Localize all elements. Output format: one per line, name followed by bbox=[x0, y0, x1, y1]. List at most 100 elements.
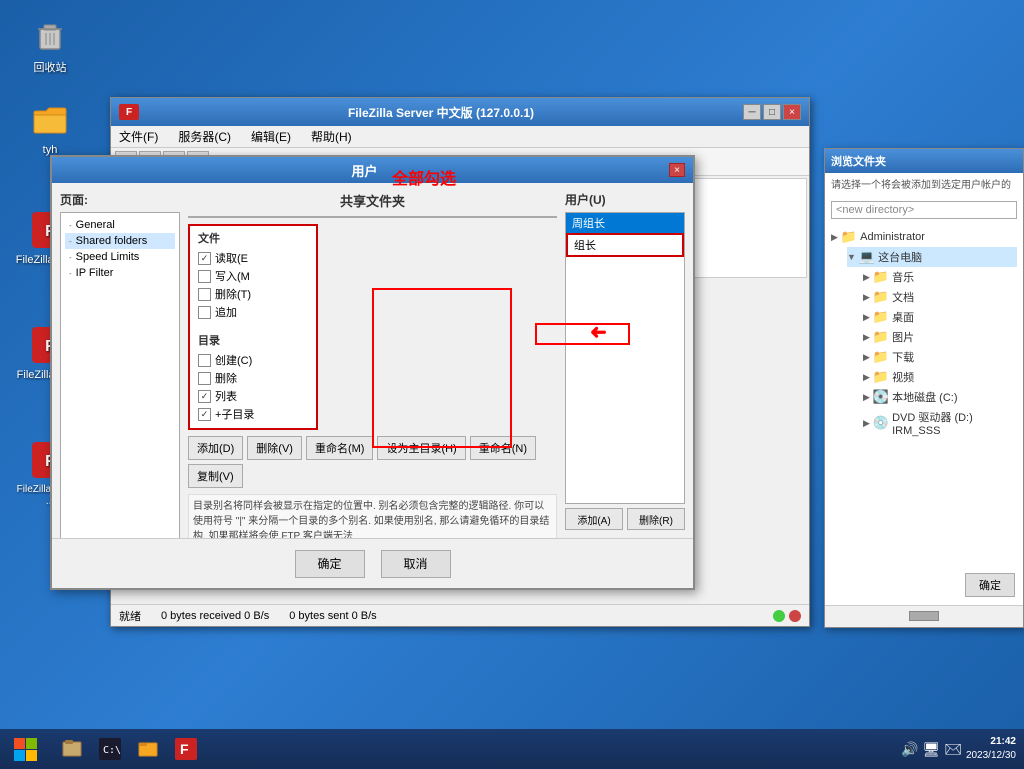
nav-speed-limits[interactable]: - Speed Limits bbox=[65, 249, 175, 265]
shared-folders-label: 共享文件夹 bbox=[188, 191, 557, 210]
directories-table: Directories Aliases <new directory> bbox=[188, 216, 557, 218]
app-logo: F bbox=[119, 104, 139, 120]
taskbar-explorer[interactable] bbox=[130, 733, 166, 765]
add-dir-button[interactable]: 添加(D) bbox=[188, 436, 243, 460]
system-clock: 21:42 2023/12/30 bbox=[966, 735, 1016, 763]
menu-file[interactable]: 文件(F) bbox=[115, 126, 162, 147]
minimize-button[interactable]: ─ bbox=[743, 104, 761, 120]
tree-sub: ▶ 📁 音乐 ▶ 📁 文档 ▶ 📁 桌面 ▶ bbox=[847, 267, 1017, 439]
nav-shared-folders[interactable]: - Shared folders bbox=[65, 233, 175, 249]
checkbox-write[interactable] bbox=[198, 270, 211, 283]
perm-delete: 删除(T) bbox=[198, 286, 308, 302]
close-button[interactable]: × bbox=[783, 104, 801, 120]
rename2-button[interactable]: 重命名(N) bbox=[470, 436, 536, 460]
browser-titlebar: 浏览文件夹 bbox=[825, 149, 1023, 173]
tyh-folder-icon[interactable]: tyh bbox=[15, 100, 85, 156]
checkbox-dir-create[interactable] bbox=[198, 354, 211, 367]
checkbox-dir-subdir[interactable] bbox=[198, 408, 211, 421]
start-button[interactable] bbox=[0, 729, 50, 769]
svg-text:C:\: C:\ bbox=[103, 745, 121, 756]
cancel-button[interactable]: 取消 bbox=[381, 550, 451, 578]
copy-button[interactable]: 复制(V) bbox=[188, 464, 243, 488]
status-text: 就绪 bbox=[119, 608, 141, 624]
tree-downloads[interactable]: ▶ 📁 下载 bbox=[863, 347, 1017, 367]
nav-ip-filter[interactable]: - IP Filter bbox=[65, 265, 175, 281]
checkbox-append[interactable] bbox=[198, 306, 211, 319]
desktop: 回收站 tyh F FileZilla_3.4... F FileZilla_S… bbox=[0, 0, 1024, 769]
checkbox-delete[interactable] bbox=[198, 288, 211, 301]
users-dialog-close[interactable]: × bbox=[669, 163, 685, 177]
new-directory-field: <new directory> bbox=[831, 201, 1017, 219]
browser-title: 浏览文件夹 bbox=[831, 153, 886, 169]
tyh-folder-image bbox=[30, 100, 70, 140]
tree-pictures[interactable]: ▶ 📁 图片 bbox=[863, 327, 1017, 347]
statusbar: 就绪 0 bytes received 0 B/s 0 bytes sent 0… bbox=[111, 604, 809, 626]
tree-videos[interactable]: ▶ 📁 视频 bbox=[863, 367, 1017, 387]
tree-this-computer[interactable]: ▼ 💻 这台电脑 bbox=[847, 247, 1017, 267]
browser-scrollbar[interactable] bbox=[909, 611, 939, 621]
checkbox-dir-delete[interactable] bbox=[198, 372, 211, 385]
users-dialog-titlebar: 用户 × bbox=[52, 157, 693, 183]
nav-label: 页面: bbox=[60, 191, 180, 208]
users-panel-label: 用户(U) bbox=[565, 191, 685, 208]
dir-perms-title: 目录 bbox=[198, 332, 308, 348]
recycle-bin-icon[interactable]: 回收站 bbox=[15, 15, 85, 75]
svg-text:F: F bbox=[180, 741, 189, 757]
perm-append: 追加 bbox=[198, 304, 308, 320]
led-red bbox=[789, 610, 801, 622]
delete-dir-button[interactable]: 删除(V) bbox=[247, 436, 302, 460]
dialog-footer: 确定 取消 bbox=[52, 538, 693, 588]
nav-general[interactable]: - General bbox=[65, 217, 175, 233]
bytes-received: 0 bytes received 0 B/s bbox=[161, 610, 269, 622]
checkbox-read[interactable] bbox=[198, 252, 211, 265]
taskbar-filezilla[interactable]: F bbox=[168, 733, 204, 765]
file-perms-title: 文件 bbox=[198, 230, 308, 246]
taskbar-files[interactable] bbox=[54, 733, 90, 765]
tree-content: ▼ 💻 这台电脑 ▶ 📁 音乐 ▶ 📁 文档 bbox=[831, 247, 1017, 439]
file-browser-window: 浏览文件夹 请选择一个将会被添加到选定用户帐户的 <new directory>… bbox=[824, 148, 1024, 628]
tree-local-c[interactable]: ▶ 💽 本地磁盘 (C:) bbox=[863, 387, 1017, 407]
nav-panel: 页面: - General - Shared folders - Speed L… bbox=[60, 191, 180, 530]
user-item-0[interactable]: 周组长 bbox=[566, 213, 684, 233]
main-titlebar: F FileZilla Server 中文版 (127.0.0.1) ─ □ × bbox=[111, 98, 809, 126]
users-panel: 用户(U) 周组长 组长 添加(A) 删除(R) bbox=[565, 191, 685, 530]
table-header: Directories Aliases bbox=[189, 217, 556, 218]
taskbar-right: 🔊 🖥 ✉ 21:42 2023/12/30 bbox=[893, 735, 1024, 763]
tree-desktop[interactable]: ▶ 📁 桌面 bbox=[863, 307, 1017, 327]
menu-server[interactable]: 服务器(C) bbox=[174, 126, 235, 147]
tree-dvd-d[interactable]: ▶ 💿 DVD 驱动器 (D:) IRM_SSS bbox=[863, 407, 1017, 439]
middle-panel: 共享文件夹 Directories Aliases <new directory… bbox=[188, 191, 557, 530]
perm-write: 写入(M bbox=[198, 268, 308, 284]
recycle-bin-label: 回收站 bbox=[34, 59, 67, 75]
perm-dir-delete: 删除 bbox=[198, 370, 308, 386]
ok-button[interactable]: 确定 bbox=[295, 550, 365, 578]
perm-dir-create: 创建(C) bbox=[198, 352, 308, 368]
menubar: 文件(F) 服务器(C) 编辑(E) 帮助(H) bbox=[111, 126, 809, 148]
tree-admin[interactable]: ▶ 📁 Administrator bbox=[831, 227, 1017, 247]
add-user-button[interactable]: 添加(A) bbox=[565, 508, 623, 530]
taskbar-icons: 🔊 🖥 ✉ bbox=[901, 741, 962, 758]
tree-music[interactable]: ▶ 📁 音乐 bbox=[863, 267, 1017, 287]
users-list: 周组长 组长 bbox=[565, 212, 685, 504]
maximize-button[interactable]: □ bbox=[763, 104, 781, 120]
permissions-section: 文件 读取(E 写入(M 删除(T) bbox=[188, 224, 557, 430]
window-controls: ─ □ × bbox=[743, 104, 801, 120]
red-arrow-annotation: ➜ bbox=[590, 320, 607, 345]
rename-dir-button[interactable]: 重命名(M) bbox=[306, 436, 374, 460]
annotation-text: 全部勾选 bbox=[392, 165, 456, 189]
delete-user-button[interactable]: 删除(R) bbox=[627, 508, 685, 530]
perm-dir-list: 列表 bbox=[198, 388, 308, 404]
taskbar-items: C:\ F bbox=[50, 733, 893, 765]
file-permissions-box: 文件 读取(E 写入(M 删除(T) bbox=[188, 224, 318, 430]
users-dialog-title: 用户 bbox=[60, 161, 669, 180]
led-green bbox=[773, 610, 785, 622]
menu-edit[interactable]: 编辑(E) bbox=[247, 126, 295, 147]
checkbox-dir-list[interactable] bbox=[198, 390, 211, 403]
col-directories: Directories bbox=[189, 217, 373, 218]
set-home-button[interactable]: 设为主目录(H) bbox=[377, 436, 465, 460]
tree-docs[interactable]: ▶ 📁 文档 bbox=[863, 287, 1017, 307]
user-item-1[interactable]: 组长 bbox=[566, 233, 684, 257]
taskbar-cmd[interactable]: C:\ bbox=[92, 733, 128, 765]
browser-ok-button[interactable]: 确定 bbox=[965, 573, 1015, 597]
menu-help[interactable]: 帮助(H) bbox=[307, 126, 356, 147]
